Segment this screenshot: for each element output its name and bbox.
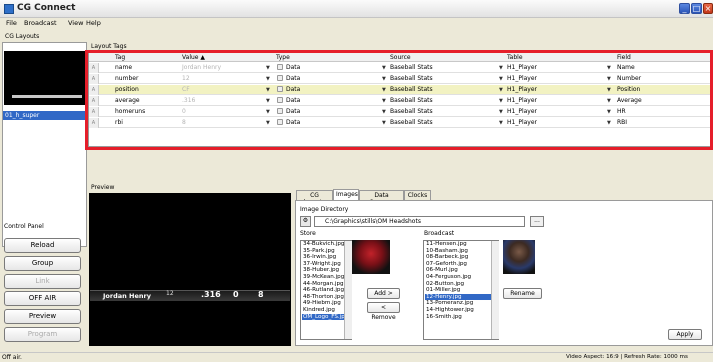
list-item[interactable]: 14-Hightower.jpg <box>425 307 498 314</box>
control-panel-label: Control Panel <box>4 223 44 230</box>
list-item[interactable]: 11-Hensen.jpg <box>425 241 498 248</box>
tab-data-sources[interactable]: Data Sources <box>359 190 404 206</box>
broadcast-list[interactable]: 11-Hensen.jpg 10-Basham.jpg 08-Barbeck.jpg… <box>423 240 499 340</box>
list-item[interactable]: 06-Murl.jpg <box>425 267 498 274</box>
lower-third-average: .316 <box>201 290 221 299</box>
window-title: CG Connect <box>17 3 76 13</box>
folder-icon[interactable]: ⚙ <box>300 216 311 227</box>
add-button[interactable]: Add > <box>367 288 400 299</box>
list-item[interactable]: 12-Henry.jpg <box>425 293 498 301</box>
apply-button[interactable]: Apply <box>668 329 702 340</box>
image-directory-field[interactable]: C:\Graphics\stills\OM Headshots <box>314 216 525 227</box>
maximize-button[interactable]: □ <box>691 3 702 14</box>
menu-help[interactable]: Help <box>86 19 101 27</box>
close-button[interactable]: × <box>703 3 713 14</box>
tab-cg-layouts[interactable]: CG layouts <box>296 190 333 206</box>
layout-tags-label: Layout Tags <box>91 43 127 50</box>
program-button[interactable]: Program <box>4 327 81 342</box>
preview-label: Preview <box>91 184 115 191</box>
lower-third-number: 12 <box>166 290 174 297</box>
image-directory-label: Image Directory <box>300 206 349 213</box>
broadcast-image-thumbnail <box>503 240 535 274</box>
status-left: Off air. <box>2 354 22 361</box>
app-icon <box>4 4 14 14</box>
layout-item-selected[interactable]: 01_h_super <box>3 111 86 120</box>
remove-button[interactable]: < Remove <box>367 302 400 321</box>
menu-broadcast[interactable]: Broadcast <box>24 19 57 27</box>
broadcast-label: Broadcast <box>424 230 455 237</box>
lower-third-hr: 0 <box>233 290 239 299</box>
link-button[interactable]: Link <box>4 274 81 289</box>
lower-third-name: Jordan Henry <box>103 292 151 300</box>
status-right: Video Aspect: 16:9 | Refresh Rate: 1000 … <box>566 354 688 360</box>
list-item[interactable]: 02-Button.jpg <box>425 281 498 288</box>
store-scrollbar[interactable] <box>344 241 352 339</box>
group-button[interactable]: Group <box>4 256 81 271</box>
off-air-button[interactable]: OFF AIR <box>4 291 81 306</box>
cg-layouts-label: CG Layouts <box>5 33 40 40</box>
title-bar <box>0 0 713 18</box>
list-item[interactable]: 13-Pomeranz.jpg <box>425 300 498 307</box>
minimize-button[interactable]: _ <box>679 3 690 14</box>
rename-button[interactable]: Rename <box>503 288 542 299</box>
broadcast-scrollbar[interactable] <box>491 241 499 339</box>
store-image-thumbnail <box>352 240 390 274</box>
highlight-box <box>85 50 713 150</box>
preview-button[interactable]: Preview <box>4 309 81 324</box>
menu-view[interactable]: View <box>68 19 83 27</box>
thumbnail-lower-third <box>12 95 82 98</box>
list-item[interactable]: 08-Barbeck.jpg <box>425 254 498 261</box>
browse-button[interactable]: ... <box>530 216 544 227</box>
list-item[interactable]: 16-Smith.jpg <box>425 314 498 321</box>
tab-clocks[interactable]: Clocks <box>404 190 431 200</box>
list-item[interactable]: 07-Geforth.jpg <box>425 261 498 268</box>
store-label: Store <box>300 230 316 237</box>
preview-window <box>89 193 291 346</box>
list-item[interactable]: 01-Miller.jpg <box>425 287 498 294</box>
tab-images[interactable]: Images <box>333 189 359 200</box>
list-item[interactable]: 10-Basham.jpg <box>425 248 498 255</box>
reload-button[interactable]: Reload <box>4 238 81 253</box>
lower-third-rbi: 8 <box>258 290 264 299</box>
menu-file[interactable]: File <box>6 19 17 27</box>
list-item[interactable]: 04-Ferguson.jpg <box>425 274 498 281</box>
menu-bar <box>0 18 713 30</box>
